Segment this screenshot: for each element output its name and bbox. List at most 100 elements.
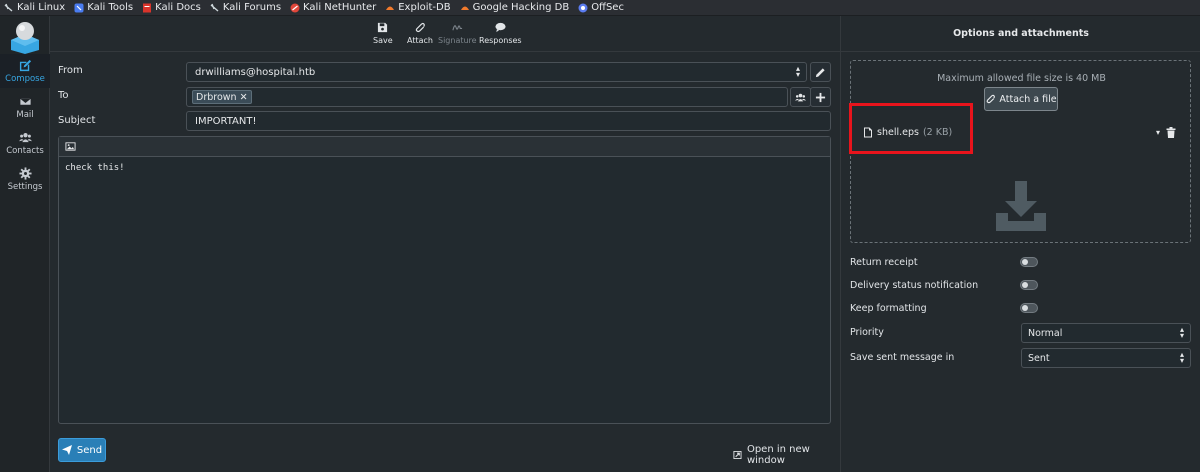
- floppy-disk-icon: [378, 22, 388, 33]
- bookmark-kali-forums[interactable]: Kali Forums: [210, 2, 281, 13]
- paperclip-icon: [987, 94, 996, 104]
- contacts-icon: [18, 132, 32, 142]
- bookmark-label: Kali Forums: [222, 2, 282, 13]
- select-arrows-icon: ▴ ▾: [795, 64, 800, 79]
- bookmark-label: Kali Docs: [155, 2, 201, 13]
- kali-docs-icon: [143, 3, 152, 12]
- plus-icon: [815, 92, 826, 102]
- attachment-item[interactable]: shell.eps (2 KB): [863, 127, 952, 138]
- return-receipt-label: Return receipt: [850, 257, 918, 268]
- bookmark-label: Kali Linux: [17, 2, 66, 13]
- select-arrows-icon: ▴ ▾: [1179, 325, 1184, 340]
- return-receipt-toggle[interactable]: [1020, 257, 1038, 267]
- open-in-new-window-link[interactable]: Open in new window: [733, 444, 840, 466]
- add-header-button[interactable]: [810, 87, 831, 107]
- pencil-icon: [815, 67, 825, 77]
- external-window-icon: [733, 450, 742, 460]
- bookmark-kali-linux[interactable]: Kali Linux: [4, 2, 65, 13]
- attach-file-button[interactable]: Attach a file: [984, 87, 1058, 111]
- attachment-name: shell.eps: [877, 127, 919, 138]
- message-body[interactable]: check this!: [59, 157, 830, 179]
- nav-mail[interactable]: Mail: [0, 90, 50, 124]
- subject-label: Subject: [58, 115, 96, 126]
- bookmark-offsec[interactable]: OffSec: [578, 2, 624, 13]
- attach-file-label: Attach a file: [999, 93, 1057, 105]
- subject-value: IMPORTANT!: [195, 115, 257, 127]
- left-navigation: Compose Mail Contacts Settings: [0, 16, 50, 472]
- bookmark-label: Google Hacking DB: [472, 2, 570, 13]
- nav-label: Settings: [7, 181, 43, 192]
- toolbar-label: Attach: [407, 36, 433, 45]
- attachment-size: (2 KB): [922, 127, 953, 138]
- nav-settings[interactable]: Settings: [0, 162, 50, 196]
- to-input[interactable]: Drbrown ✕: [186, 87, 788, 107]
- save-sent-select[interactable]: Sent ▴ ▾: [1021, 348, 1191, 368]
- bookmark-kali-nethunter[interactable]: Kali NetHunter: [290, 2, 376, 13]
- bookmark-kali-docs[interactable]: Kali Docs: [142, 2, 201, 13]
- bookmark-google-hacking-db[interactable]: Google Hacking DB: [460, 2, 570, 13]
- message-editor[interactable]: check this!: [58, 136, 831, 424]
- subject-input[interactable]: IMPORTANT!: [186, 111, 831, 131]
- signature-button[interactable]: Signature: [438, 22, 477, 45]
- to-label: To: [58, 90, 69, 101]
- image-icon[interactable]: [65, 141, 76, 152]
- priority-label: Priority: [850, 327, 884, 338]
- nethunter-icon: [290, 3, 300, 12]
- kali-tools-icon: [74, 3, 84, 12]
- max-file-size-text: Maximum allowed file size is 40 MB: [937, 73, 1106, 84]
- send-label: Send: [76, 444, 103, 456]
- envelope-icon: [18, 96, 32, 106]
- attach-button[interactable]: Attach: [407, 22, 433, 45]
- save-sent-value: Sent: [1028, 352, 1050, 364]
- save-button[interactable]: Save: [373, 22, 393, 45]
- from-select[interactable]: drwilliams@hospital.htb ▴ ▾: [186, 62, 807, 82]
- send-button[interactable]: Send: [58, 438, 106, 462]
- delivery-status-label: Delivery status notification: [850, 280, 979, 291]
- signature-icon: [452, 25, 462, 31]
- toolbar-label: Signature: [438, 36, 477, 45]
- responses-button[interactable]: Responses: [479, 22, 522, 45]
- editor-toolbar: [59, 137, 830, 157]
- priority-select[interactable]: Normal ▴ ▾: [1021, 323, 1191, 343]
- speech-bubble-icon: [495, 22, 506, 33]
- attachment-menu-caret-icon[interactable]: ▾: [1156, 128, 1160, 137]
- bookmark-exploit-db[interactable]: Exploit-DB: [385, 2, 451, 13]
- edit-identity-button[interactable]: [810, 62, 831, 82]
- file-icon: [864, 127, 872, 138]
- compose-icon: [19, 59, 31, 71]
- recipient-name: Drbrown: [196, 91, 237, 103]
- ghdb-icon: [460, 6, 469, 10]
- contacts-icon: [795, 93, 806, 101]
- nav-contacts[interactable]: Contacts: [0, 126, 50, 160]
- offsec-icon: [578, 3, 588, 12]
- keep-formatting-toggle[interactable]: [1020, 303, 1038, 313]
- address-book-button[interactable]: [790, 87, 811, 107]
- bookmark-kali-tools[interactable]: Kali Tools: [74, 2, 133, 13]
- roundcube-logo-icon: [11, 22, 39, 54]
- nav-compose[interactable]: Compose: [0, 54, 50, 88]
- bookmark-label: Kali NetHunter: [303, 2, 377, 13]
- priority-value: Normal: [1028, 327, 1063, 339]
- toolbar-label: Save: [373, 36, 393, 45]
- nav-label: Contacts: [6, 145, 44, 156]
- kali-forums-icon: [210, 3, 219, 12]
- paper-plane-icon: [61, 445, 72, 455]
- bookmark-label: Exploit-DB: [398, 2, 451, 13]
- paperclip-icon: [416, 22, 426, 33]
- from-label: From: [58, 65, 83, 76]
- gear-icon: [18, 166, 32, 180]
- remove-recipient-icon[interactable]: ✕: [240, 92, 248, 103]
- bookmark-label: Kali Tools: [87, 2, 134, 13]
- recipient-chip[interactable]: Drbrown ✕: [192, 90, 252, 104]
- options-panel: Options and attachments Maximum allowed …: [840, 16, 1200, 472]
- attachment-dropzone[interactable]: Maximum allowed file size is 40 MB Attac…: [850, 60, 1191, 243]
- save-sent-label: Save sent message in: [850, 352, 955, 363]
- nav-label: Mail: [16, 109, 34, 120]
- delivery-status-toggle[interactable]: [1020, 280, 1038, 290]
- compose-panel: Save Attach Signature Responses From drw…: [50, 16, 840, 472]
- toolbar-label: Responses: [479, 36, 522, 45]
- compose-toolbar: Save Attach Signature Responses: [50, 16, 840, 52]
- nav-label: Compose: [5, 73, 45, 84]
- attachment-actions: ▾: [1156, 127, 1176, 138]
- trash-icon[interactable]: [1166, 127, 1176, 138]
